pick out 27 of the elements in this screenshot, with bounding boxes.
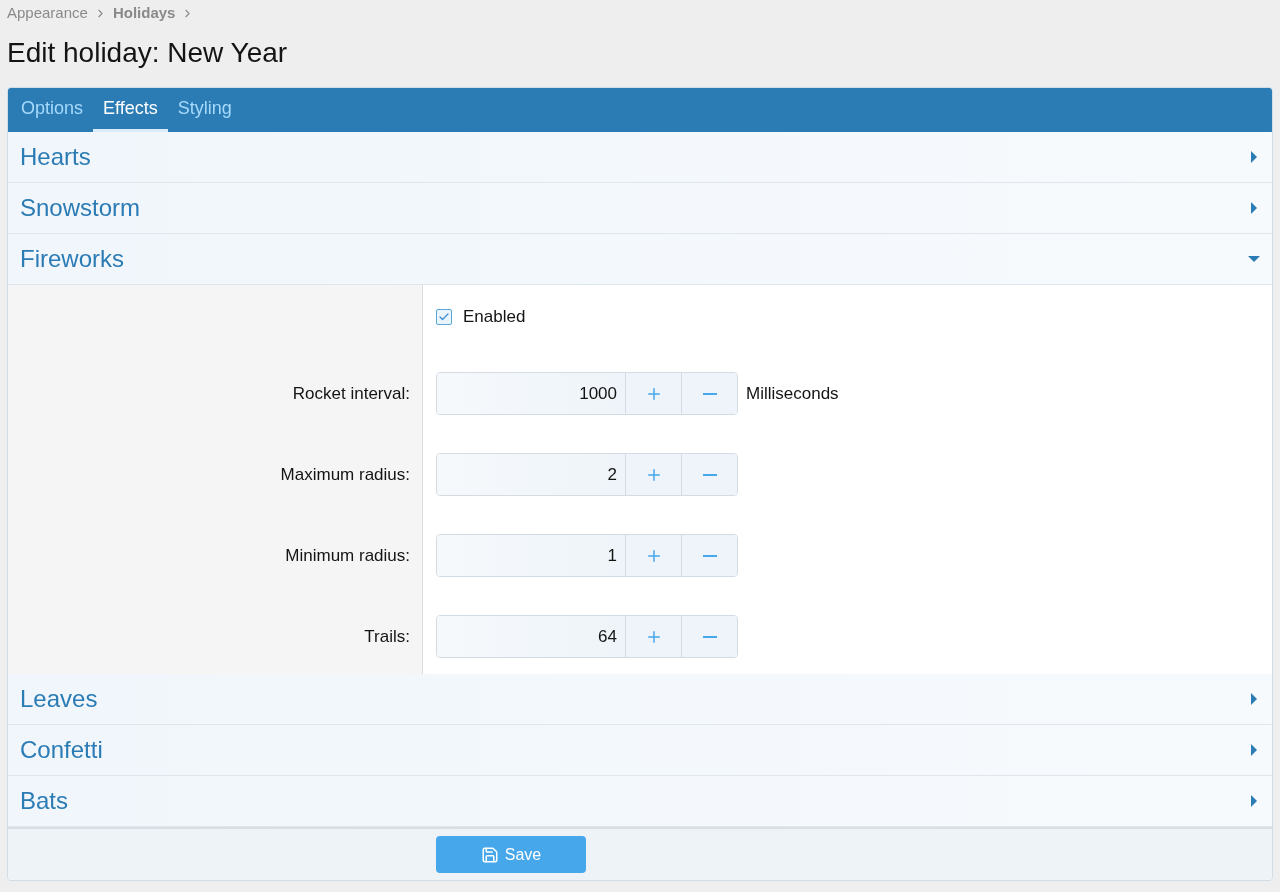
- section-header[interactable]: Fireworks: [8, 234, 1272, 285]
- tab[interactable]: Styling: [167, 88, 242, 132]
- section-title: Leaves: [20, 684, 98, 714]
- section-header[interactable]: Hearts: [8, 132, 1272, 183]
- units-label: Milliseconds: [746, 382, 839, 405]
- section-header[interactable]: Snowstorm: [8, 183, 1272, 234]
- section-header[interactable]: Confetti: [8, 725, 1272, 776]
- checkmark-icon: [438, 311, 450, 323]
- tab[interactable]: Options: [11, 88, 94, 132]
- checkbox[interactable]: [436, 309, 452, 325]
- section-title: Fireworks: [20, 244, 124, 274]
- section-title: Snowstorm: [20, 193, 141, 223]
- checkbox-label: Enabled: [463, 306, 526, 329]
- breadcrumb-link[interactable]: Appearance: [7, 1, 88, 25]
- field-label: Rocket interval:: [292, 382, 410, 405]
- field-label: Trails:: [364, 625, 410, 648]
- section-title: Confetti: [20, 735, 103, 765]
- save-button[interactable]: Save: [436, 836, 586, 873]
- section-header[interactable]: Bats: [8, 776, 1272, 827]
- section-title: Bats: [20, 786, 69, 816]
- field-label: Minimum radius:: [285, 544, 410, 567]
- section-title: Hearts: [20, 142, 91, 172]
- section-header[interactable]: Leaves: [8, 674, 1272, 725]
- page-title: Edit holiday: New Year: [7, 36, 289, 70]
- breadcrumb-link[interactable]: Holidays: [112, 1, 176, 25]
- field-label: Maximum radius:: [280, 463, 410, 486]
- save-icon: [480, 845, 499, 864]
